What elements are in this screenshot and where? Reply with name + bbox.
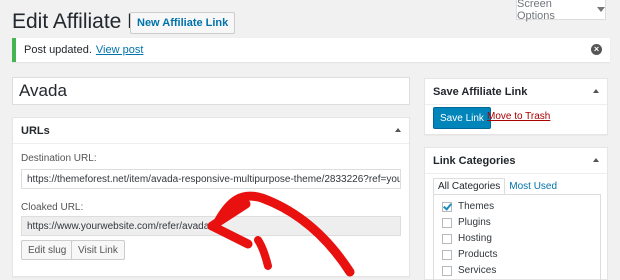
move-to-trash-link[interactable]: Move to Trash <box>487 111 550 122</box>
category-label: Services <box>458 265 497 276</box>
checkbox[interactable] <box>442 233 452 244</box>
view-post-link[interactable]: View post <box>96 44 144 56</box>
urls-metabox-header[interactable]: URLs <box>13 118 409 144</box>
category-label: Hosting <box>458 233 492 244</box>
update-notice: Post updated. View post × <box>12 38 610 62</box>
notice-text: Post updated. <box>24 44 92 56</box>
categories-heading: Link Categories <box>433 154 516 167</box>
destination-url-input[interactable]: https://themeforest.net/item/avada-respo… <box>21 169 401 189</box>
destination-url-label: Destination URL: <box>21 153 97 164</box>
category-item-products[interactable]: Products <box>442 249 497 260</box>
visit-link-button[interactable]: Visit Link <box>71 240 125 260</box>
cloaked-url-input[interactable]: https://www.yourwebsite.com/refer/avada/ <box>21 216 401 236</box>
categories-metabox-header[interactable]: Link Categories <box>425 148 607 174</box>
title-input[interactable]: Avada <box>12 77 410 105</box>
checkbox-checked[interactable] <box>442 201 452 212</box>
category-label: Plugins <box>458 217 491 228</box>
screen-options-button[interactable]: Screen Options <box>516 0 606 22</box>
save-metabox-header[interactable]: Save Affiliate Link <box>425 79 607 105</box>
collapse-arrow-icon[interactable] <box>593 158 599 162</box>
tab-all-categories[interactable]: All Categories <box>433 178 506 194</box>
checkbox[interactable] <box>442 249 452 260</box>
caret-down-icon <box>597 7 605 12</box>
edit-slug-button[interactable]: Edit slug <box>21 240 74 260</box>
checkbox[interactable] <box>442 265 452 276</box>
category-item-hosting[interactable]: Hosting <box>442 233 492 244</box>
checkbox[interactable] <box>442 217 452 228</box>
category-item-plugins[interactable]: Plugins <box>442 217 491 228</box>
collapse-arrow-icon[interactable] <box>395 128 401 132</box>
tab-most-used[interactable]: Most Used <box>505 178 561 194</box>
category-tabs: All Categories Most Used <box>433 178 561 194</box>
save-heading: Save Affiliate Link <box>433 85 528 98</box>
category-label: Products <box>458 249 498 260</box>
category-list: Themes Plugins Hosting Products Services <box>433 194 601 280</box>
dismiss-icon[interactable]: × <box>591 44 602 55</box>
link-categories-metabox: Link Categories All Categories Most Used… <box>424 147 608 280</box>
save-link-button[interactable]: Save Link <box>433 107 491 129</box>
screen-options-label: Screen Options <box>517 0 555 22</box>
cloaked-url-label: Cloaked URL: <box>21 202 84 213</box>
add-new-affiliate-link-button[interactable]: New Affiliate Link <box>130 12 236 34</box>
urls-heading: URLs <box>21 124 50 137</box>
category-label: Themes <box>458 201 495 212</box>
save-metabox: Save Affiliate Link Save Link Move to Tr… <box>424 78 608 135</box>
category-item-themes[interactable]: Themes <box>442 201 494 212</box>
collapse-arrow-icon[interactable] <box>593 89 599 93</box>
category-item-services[interactable]: Services <box>442 265 496 276</box>
urls-metabox: URLs Destination URL: https://themefores… <box>12 117 410 277</box>
